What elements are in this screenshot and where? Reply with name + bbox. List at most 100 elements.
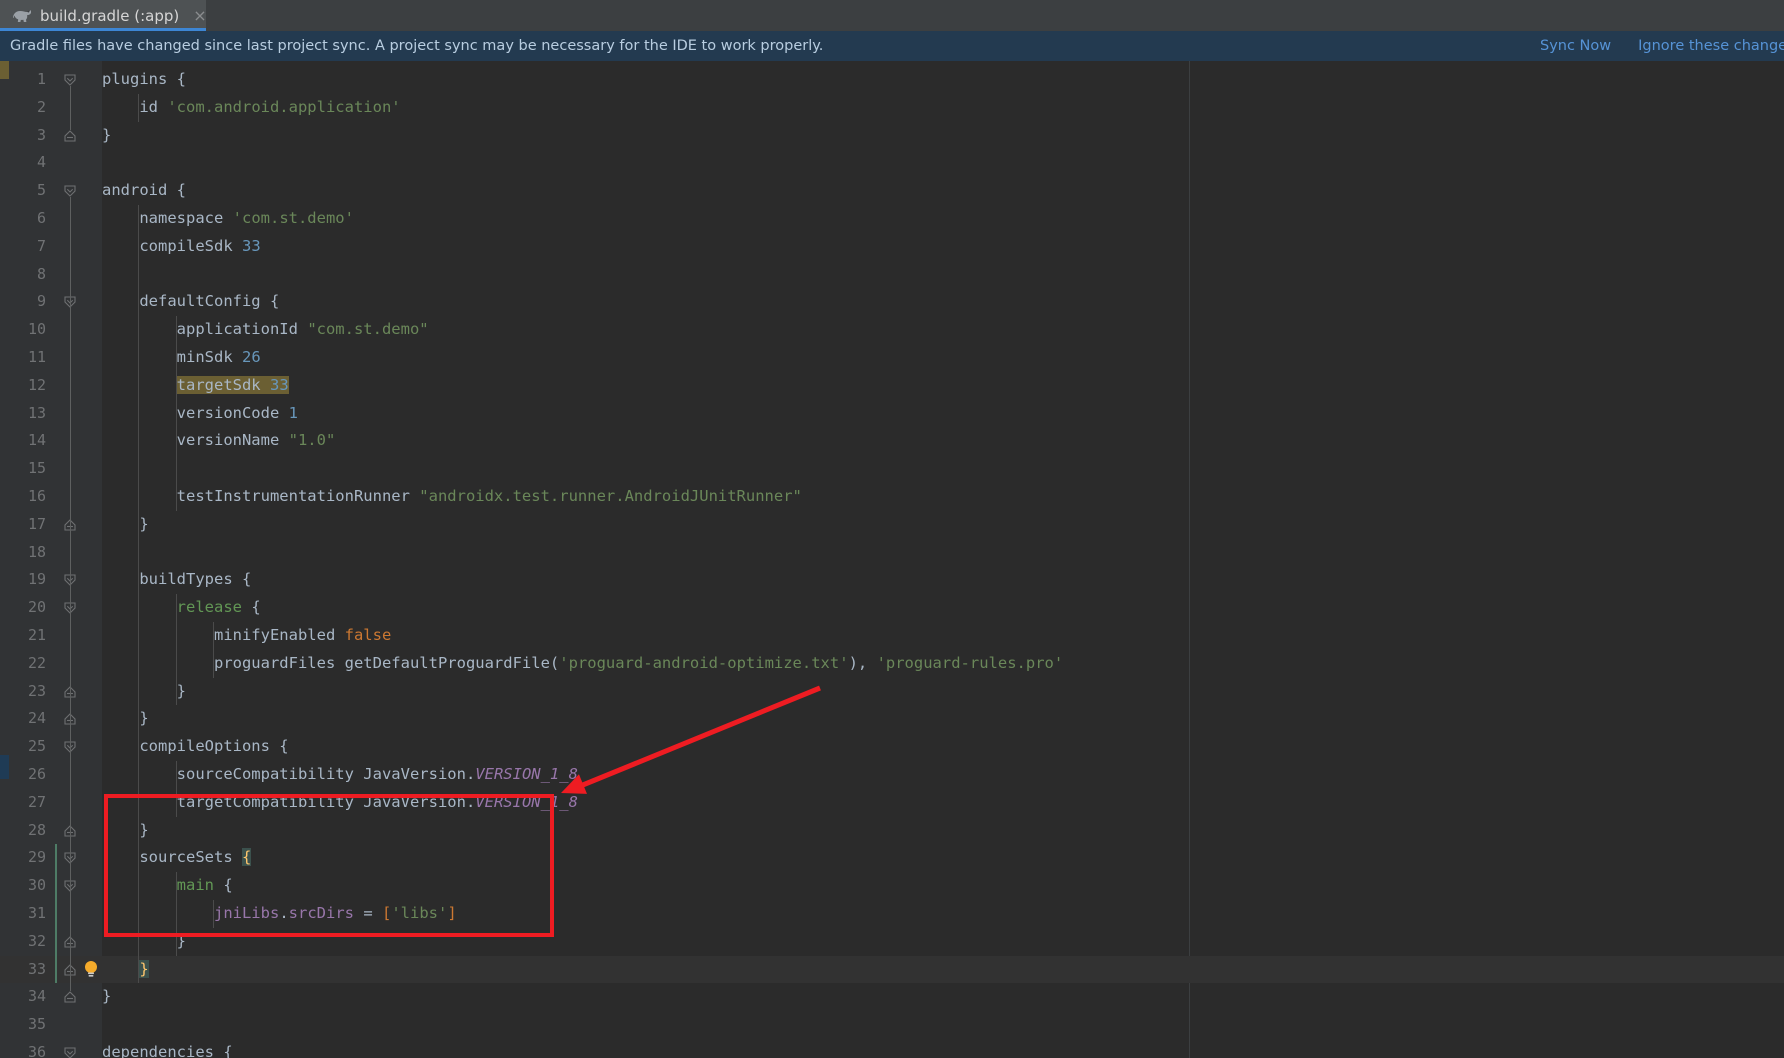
code-token: applicationId bbox=[102, 320, 308, 339]
code-token: = bbox=[353, 904, 382, 922]
line-number: 13 bbox=[27, 403, 46, 422]
code-token: { bbox=[241, 848, 252, 867]
code-line[interactable]: minifyEnabled false bbox=[102, 622, 391, 650]
line-number: 29 bbox=[27, 848, 46, 867]
line-number: 16 bbox=[27, 487, 46, 505]
code-line[interactable]: } bbox=[102, 122, 111, 150]
indent-guide bbox=[138, 900, 140, 928]
code-token: } bbox=[102, 125, 112, 144]
indent-guide bbox=[138, 677, 140, 706]
code-line[interactable]: proguardFiles getDefaultProguardFile('pr… bbox=[102, 650, 1063, 678]
editor-tab-bar: build.gradle (:app) × bbox=[0, 0, 1784, 31]
indent-guide bbox=[138, 872, 140, 900]
line-number: 8 bbox=[36, 264, 46, 283]
line-number: 14 bbox=[27, 431, 46, 450]
fold-collapse-icon[interactable] bbox=[63, 73, 77, 87]
code-token: versionCode bbox=[102, 403, 289, 422]
line-number: 11 bbox=[27, 348, 46, 366]
right-margin-guide bbox=[1189, 61, 1190, 1058]
sync-now-link[interactable]: Sync Now bbox=[1540, 38, 1611, 54]
code-editor[interactable]: 1 plugins {2 id 'com.android.application'… bbox=[0, 61, 1784, 1058]
close-icon[interactable]: × bbox=[193, 7, 206, 24]
vcs-change-bar[interactable] bbox=[55, 844, 57, 984]
code-token: } bbox=[102, 987, 112, 1006]
indent-guide bbox=[175, 900, 177, 928]
code-line[interactable]: release { bbox=[102, 594, 261, 622]
code-line[interactable]: } bbox=[102, 817, 149, 845]
code-line[interactable]: android { bbox=[102, 177, 186, 205]
code-token: minSdk bbox=[102, 348, 242, 366]
code-line[interactable]: jniLibs.srcDirs = ['libs'] bbox=[102, 900, 457, 928]
line-number: 9 bbox=[36, 292, 46, 311]
indent-guide bbox=[138, 399, 140, 428]
code-token: } bbox=[102, 931, 186, 950]
code-token: namespace bbox=[102, 209, 233, 227]
code-token: buildTypes { bbox=[102, 570, 252, 589]
code-token: } bbox=[102, 820, 149, 839]
code-line[interactable]: } bbox=[102, 705, 148, 733]
line-number: 4 bbox=[36, 153, 46, 172]
indent-guide bbox=[175, 594, 177, 622]
code-token: "androidx.test.runner.AndroidJUnitRunner… bbox=[419, 487, 802, 505]
code-line[interactable]: dependencies { bbox=[102, 1039, 233, 1058]
code-token: release bbox=[176, 598, 242, 617]
line-number: 23 bbox=[27, 681, 46, 700]
code-token: compileSdk bbox=[102, 236, 242, 255]
code-token: } bbox=[102, 681, 186, 700]
code-line[interactable]: versionCode 1 bbox=[102, 400, 298, 428]
line-number: 25 bbox=[27, 737, 46, 756]
code-token: compileOptions { bbox=[102, 737, 289, 756]
line-number: 7 bbox=[36, 236, 46, 255]
indent-guide bbox=[138, 260, 140, 289]
code-line[interactable]: namespace 'com.st.demo' bbox=[102, 205, 354, 233]
fold-end-icon[interactable] bbox=[63, 129, 77, 143]
code-line[interactable]: testInstrumentationRunner "androidx.test… bbox=[102, 483, 802, 511]
line-number: 18 bbox=[27, 542, 46, 561]
code-token: 26 bbox=[241, 348, 261, 366]
code-line[interactable]: buildTypes { bbox=[102, 566, 251, 594]
indent-guide bbox=[138, 955, 140, 984]
code-line[interactable]: minSdk 26 bbox=[102, 344, 261, 372]
line-number: 36 bbox=[27, 1043, 46, 1058]
code-line[interactable]: sourceCompatibility JavaVersion.VERSION_… bbox=[102, 761, 578, 789]
code-line[interactable]: targetCompatibility JavaVersion.VERSION_… bbox=[102, 789, 578, 817]
code-line[interactable]: sourceSets { bbox=[102, 844, 252, 872]
indent-guide bbox=[138, 733, 140, 761]
code-token: main bbox=[176, 876, 214, 895]
code-token: . bbox=[279, 904, 289, 922]
code-token: 'com.st.demo' bbox=[232, 209, 354, 227]
fold-collapse-icon[interactable] bbox=[63, 184, 77, 198]
code-line[interactable]: targetSdk 33 bbox=[102, 372, 289, 400]
line-number: 15 bbox=[27, 459, 46, 478]
fold-end-icon[interactable] bbox=[63, 990, 77, 1004]
code-line[interactable]: plugins { bbox=[102, 66, 186, 94]
code-line[interactable]: main { bbox=[102, 872, 233, 900]
code-line[interactable]: } bbox=[102, 928, 186, 956]
code-line[interactable]: } bbox=[102, 956, 149, 984]
code-line[interactable]: versionName "1.0" bbox=[102, 427, 336, 455]
code-line[interactable]: compileSdk 33 bbox=[102, 233, 260, 261]
code-line[interactable]: } bbox=[102, 983, 111, 1011]
code-line[interactable]: id 'com.android.application' bbox=[102, 94, 401, 122]
indent-guide bbox=[138, 427, 140, 456]
code-token: } bbox=[102, 514, 149, 533]
code-token: jniLibs bbox=[213, 904, 280, 922]
line-number: 19 bbox=[27, 570, 46, 589]
code-line[interactable]: applicationId "com.st.demo" bbox=[102, 316, 429, 344]
code-line[interactable]: } bbox=[102, 678, 186, 706]
line-number: 24 bbox=[27, 709, 46, 728]
code-token: "com.st.demo" bbox=[307, 320, 429, 339]
code-token: 'com.android.application' bbox=[167, 97, 401, 116]
code-line[interactable]: compileOptions { bbox=[102, 733, 289, 761]
fold-collapse-icon[interactable] bbox=[63, 1046, 77, 1058]
line-number: 6 bbox=[36, 209, 46, 227]
indent-guide bbox=[175, 677, 177, 706]
lightbulb-icon[interactable] bbox=[82, 959, 100, 979]
code-line[interactable]: defaultConfig { bbox=[102, 288, 279, 316]
indent-guide bbox=[138, 205, 140, 233]
line-number: 3 bbox=[36, 125, 46, 144]
code-token: sourceSets bbox=[102, 848, 242, 867]
ignore-changes-link[interactable]: Ignore these change bbox=[1638, 38, 1784, 54]
editor-tab-build-gradle[interactable]: build.gradle (:app) × bbox=[0, 0, 207, 31]
code-line[interactable]: } bbox=[102, 511, 149, 539]
